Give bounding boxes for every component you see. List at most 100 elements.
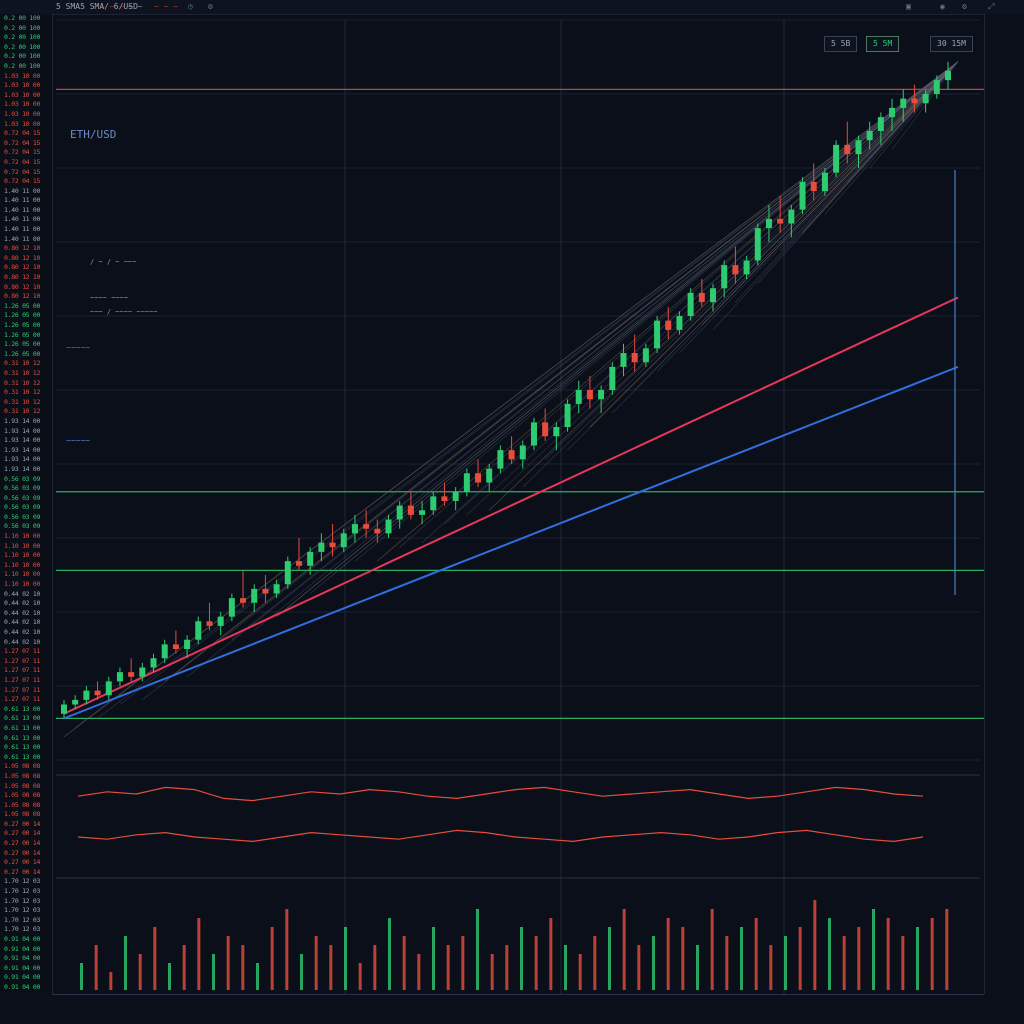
watchlist-row[interactable]: 1.05 08 08 [0, 762, 52, 772]
watchlist-row[interactable]: 1.27 07 11 [0, 666, 52, 676]
watchlist-row[interactable]: 0.91 04 00 [0, 983, 52, 993]
watchlist-row[interactable]: 1.10 10 00 [0, 561, 52, 571]
watchlist-row[interactable]: 0.31 10 12 [0, 379, 52, 389]
watchlist-row[interactable]: 0.2 00 100 [0, 33, 52, 43]
watchlist-row[interactable]: 0.44 02 10 [0, 628, 52, 638]
watchlist-row[interactable]: 0.61 13 00 [0, 734, 52, 744]
watchlist-row[interactable]: 1.10 10 00 [0, 570, 52, 580]
watchlist-row[interactable]: 1.93 14 00 [0, 455, 52, 465]
timeframe-chip[interactable]: 5 5M [866, 36, 900, 52]
price-axis[interactable] [984, 14, 1024, 994]
watchlist-row[interactable]: 0.80 12 10 [0, 263, 52, 273]
watchlist-row[interactable]: 1.93 14 00 [0, 417, 52, 427]
watchlist-row[interactable]: 0.56 03 09 [0, 513, 52, 523]
watchlist-row[interactable]: 1.26 05 00 [0, 331, 52, 341]
fullscreen-icon[interactable]: ⤢ [988, 0, 994, 14]
watchlist-row[interactable]: 1.70 12 03 [0, 925, 52, 935]
watchlist-row[interactable]: 1.27 07 11 [0, 647, 52, 657]
watchlist-row[interactable]: 1.03 10 00 [0, 120, 52, 130]
watchlist-row[interactable]: 0.56 03 09 [0, 503, 52, 513]
watchlist-row[interactable]: 1.26 05 00 [0, 350, 52, 360]
time-axis[interactable] [52, 994, 984, 1024]
watchlist-row[interactable]: 1.10 10 00 [0, 551, 52, 561]
watchlist-row[interactable]: 0.2 00 100 [0, 43, 52, 53]
watchlist-row[interactable]: 0.27 00 14 [0, 849, 52, 859]
watchlist-row[interactable]: 0.2 00 100 [0, 24, 52, 34]
watchlist-row[interactable]: 0.80 12 10 [0, 283, 52, 293]
watchlist-row[interactable]: 0.56 03 09 [0, 484, 52, 494]
watchlist-row[interactable]: 1.70 12 03 [0, 916, 52, 926]
watchlist-row[interactable]: 0.44 02 10 [0, 609, 52, 619]
watchlist-row[interactable]: 0.27 00 14 [0, 820, 52, 830]
watchlist-row[interactable]: 0.56 03 09 [0, 522, 52, 532]
watchlist-row[interactable]: 1.26 05 00 [0, 340, 52, 350]
watchlist-row[interactable]: 1.36 10 10 [0, 993, 52, 994]
watchlist-row[interactable]: 1.26 05 00 [0, 321, 52, 331]
watchlist-row[interactable]: 0.80 12 10 [0, 254, 52, 264]
watchlist-row[interactable]: 1.03 10 00 [0, 81, 52, 91]
watchlist-row[interactable]: 0.91 04 00 [0, 945, 52, 955]
watchlist-row[interactable]: 1.93 14 00 [0, 436, 52, 446]
watchlist-row[interactable]: 0.27 00 14 [0, 868, 52, 878]
watchlist-row[interactable]: 1.26 05 00 [0, 311, 52, 321]
layout-icon[interactable]: ▣ [906, 0, 911, 14]
watchlist-row[interactable]: 0.91 04 00 [0, 935, 52, 945]
watchlist-row[interactable]: 1.93 14 00 [0, 465, 52, 475]
watchlist-row[interactable]: 1.27 07 11 [0, 695, 52, 705]
watchlist-row[interactable]: 0.61 13 00 [0, 753, 52, 763]
watchlist-row[interactable]: 1.27 07 11 [0, 657, 52, 667]
watchlist-row[interactable]: 0.72 04 15 [0, 168, 52, 178]
watchlist-row[interactable]: 1.10 10 00 [0, 532, 52, 542]
watchlist-row[interactable]: 1.27 07 11 [0, 676, 52, 686]
watchlist-row[interactable]: 0.31 10 12 [0, 369, 52, 379]
watchlist-row[interactable]: 0.80 12 10 [0, 244, 52, 254]
watchlist-row[interactable]: 1.05 08 08 [0, 810, 52, 820]
watchlist-row[interactable]: 0.44 02 10 [0, 590, 52, 600]
settings-icon[interactable]: ⚙ [208, 0, 213, 14]
watchlist-row[interactable]: 0.27 00 14 [0, 829, 52, 839]
watchlist-row[interactable]: 0.80 12 10 [0, 273, 52, 283]
watchlist-row[interactable]: 0.27 00 14 [0, 858, 52, 868]
watchlist-row[interactable]: 0.91 04 00 [0, 954, 52, 964]
symbol-title[interactable]: 5 SMA5 SMA/ 6/USD [56, 0, 138, 14]
clock-icon[interactable]: ◷ [188, 0, 193, 14]
watchlist-row[interactable]: 1.40 11 00 [0, 235, 52, 245]
timeframe-chip[interactable]: 30 15M [930, 36, 973, 52]
camera-icon[interactable]: ◉ [940, 0, 945, 14]
timeframe-chip[interactable]: 5 5B [824, 36, 858, 52]
watchlist-row[interactable]: 1.10 10 00 [0, 542, 52, 552]
watchlist-row[interactable]: 1.03 10 00 [0, 110, 52, 120]
watchlist-row[interactable]: 1.03 10 00 [0, 91, 52, 101]
watchlist-row[interactable]: 0.91 04 00 [0, 973, 52, 983]
watchlist-row[interactable]: 0.80 12 10 [0, 292, 52, 302]
watchlist-row[interactable]: 1.05 08 08 [0, 782, 52, 792]
watchlist-row[interactable]: 1.93 14 00 [0, 427, 52, 437]
watchlist-row[interactable]: 1.03 10 00 [0, 72, 52, 82]
watchlist-row[interactable]: 0.61 13 00 [0, 714, 52, 724]
watchlist-row[interactable]: 0.91 04 00 [0, 964, 52, 974]
watchlist-row[interactable]: 1.40 11 00 [0, 225, 52, 235]
watchlist-row[interactable]: 1.05 08 08 [0, 801, 52, 811]
watchlist-row[interactable]: 0.61 13 00 [0, 743, 52, 753]
watchlist-row[interactable]: 0.2 00 100 [0, 14, 52, 24]
watchlist-row[interactable]: 1.05 08 08 [0, 791, 52, 801]
watchlist-row[interactable]: 0.31 10 12 [0, 398, 52, 408]
watchlist-row[interactable]: 0.31 10 12 [0, 388, 52, 398]
watchlist-row[interactable]: 0.72 04 15 [0, 158, 52, 168]
watchlist-row[interactable]: 0.31 10 12 [0, 407, 52, 417]
watchlist-row[interactable]: 0.2 00 100 [0, 62, 52, 72]
watchlist-row[interactable]: 0.44 02 10 [0, 638, 52, 648]
watchlist-row[interactable]: 0.72 04 15 [0, 177, 52, 187]
watchlist-row[interactable]: 1.70 12 03 [0, 877, 52, 887]
watchlist-row[interactable]: 1.26 05 00 [0, 302, 52, 312]
watchlist-row[interactable]: 0.72 04 15 [0, 148, 52, 158]
watchlist-row[interactable]: 1.05 08 08 [0, 772, 52, 782]
watchlist-row[interactable]: 1.03 10 00 [0, 100, 52, 110]
watchlist-row[interactable]: 0.72 04 15 [0, 139, 52, 149]
watchlist-row[interactable]: 1.27 07 11 [0, 686, 52, 696]
watchlist-row[interactable]: 1.40 11 00 [0, 187, 52, 197]
watchlist-row[interactable]: 0.56 03 09 [0, 475, 52, 485]
watchlist-row[interactable]: 0.56 03 09 [0, 494, 52, 504]
watchlist-row[interactable]: 1.10 10 00 [0, 580, 52, 590]
watchlist-row[interactable]: 0.72 04 15 [0, 129, 52, 139]
